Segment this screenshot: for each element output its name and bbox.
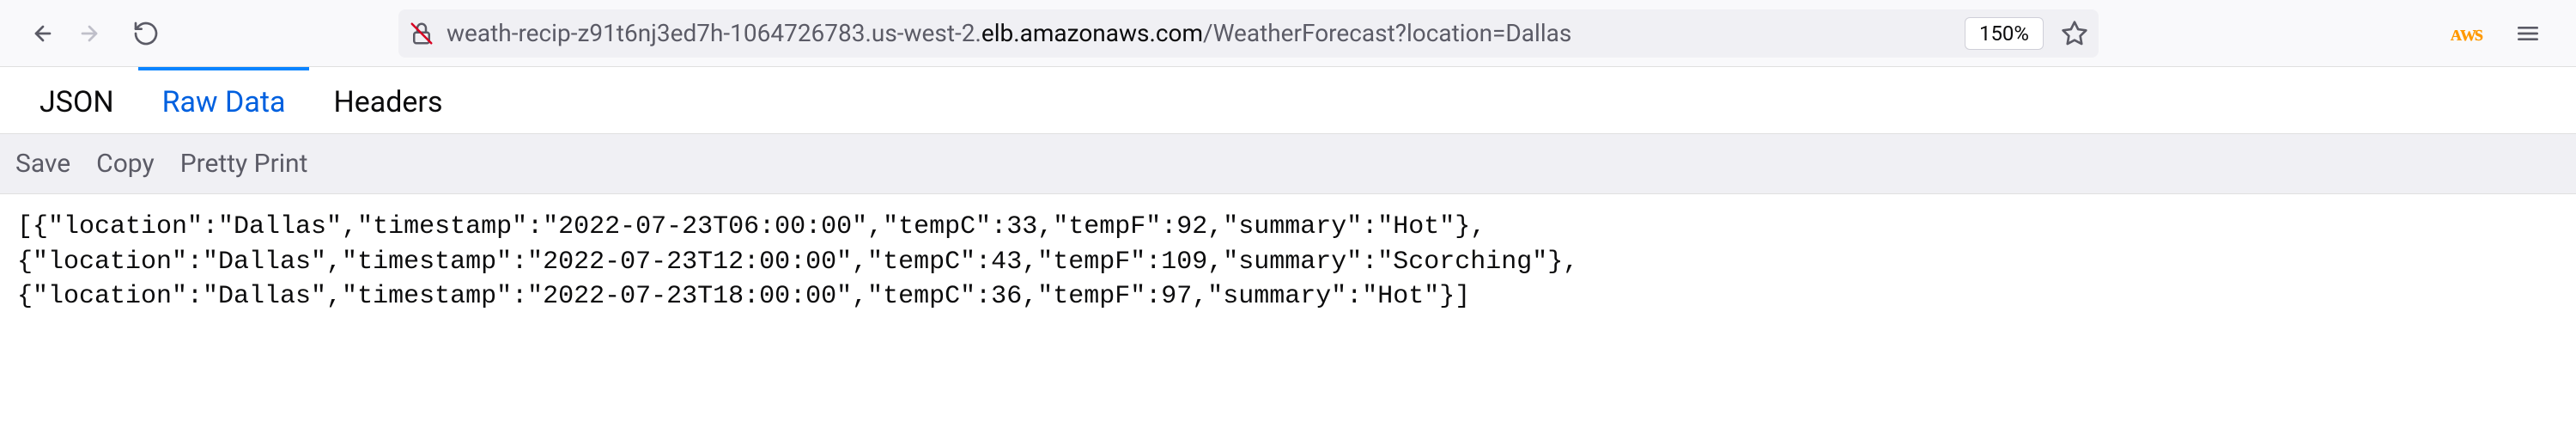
- browser-toolbar: weath-recip-z91t6nj3ed7h-1064726783.us-w…: [0, 0, 2576, 67]
- url-text: weath-recip-z91t6nj3ed7h-1064726783.us-w…: [447, 19, 1944, 47]
- reload-button[interactable]: [131, 18, 161, 49]
- raw-response-content: [{"location":"Dallas","timestamp":"2022-…: [0, 194, 2576, 330]
- url-path: /WeatherForecast?location=Dallas: [1203, 19, 1571, 47]
- action-bar: Save Copy Pretty Print: [0, 134, 2576, 194]
- back-button[interactable]: [24, 18, 55, 49]
- app-menu-button[interactable]: [2514, 20, 2542, 47]
- copy-button[interactable]: Copy: [96, 149, 155, 179]
- zoom-badge[interactable]: 150%: [1965, 17, 2044, 50]
- pretty-print-button[interactable]: Pretty Print: [180, 149, 308, 179]
- forward-icon: [79, 20, 106, 47]
- tab-headers[interactable]: Headers: [309, 67, 466, 133]
- url-prefix: weath-recip-z91t6nj3ed7h-1064726783.us-w…: [447, 19, 981, 47]
- toolbar-right: ᴀᴡѕ: [2451, 20, 2559, 47]
- json-viewer-tabs: JSON Raw Data Headers: [0, 67, 2576, 134]
- save-button[interactable]: Save: [15, 149, 70, 179]
- extension-icon[interactable]: ᴀᴡѕ: [2451, 21, 2482, 46]
- back-icon: [26, 20, 53, 47]
- star-icon: [2061, 20, 2088, 47]
- bookmark-button[interactable]: [2061, 20, 2088, 47]
- forward-button[interactable]: [77, 18, 108, 49]
- url-host: elb.amazonaws.com: [981, 19, 1203, 47]
- nav-buttons: [17, 18, 161, 49]
- reload-icon: [132, 20, 160, 47]
- tab-json[interactable]: JSON: [15, 67, 138, 133]
- tab-raw-data[interactable]: Raw Data: [138, 67, 310, 133]
- hamburger-icon: [2514, 20, 2542, 47]
- address-bar[interactable]: weath-recip-z91t6nj3ed7h-1064726783.us-w…: [398, 9, 2099, 58]
- insecure-lock-icon[interactable]: [409, 21, 434, 46]
